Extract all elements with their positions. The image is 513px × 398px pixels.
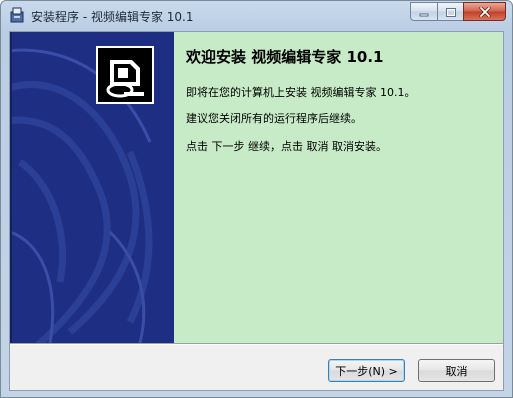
instructions-text: 点击 下一步 继续，点击 取消 取消安装。 [186,140,387,153]
minimize-icon [419,2,429,21]
maximize-button[interactable] [437,2,463,21]
close-icon [478,2,491,21]
wizard-side-panel [10,32,174,343]
caption-buttons [410,2,506,22]
next-button[interactable]: 下一步(N) > [328,359,405,382]
close-programs-text: 建议您关闭所有的运行程序后继续。 [186,112,362,125]
welcome-title: 欢迎安装 视频编辑专家 10.1 [186,48,384,66]
wizard-client-area: 欢迎安装 视频编辑专家 10.1 即将在您的计算机上安装 视频编辑专家 10.1… [9,31,504,391]
close-button[interactable] [463,2,506,21]
maximize-icon [445,2,456,21]
installer-window: 安装程序 - 视频编辑专家 10.1 欢迎安装 视频编辑专家 10.1 即将在您… [0,0,513,398]
minimize-button[interactable] [410,2,437,21]
title-bar[interactable]: 安装程序 - 视频编辑专家 10.1 [1,1,512,31]
install-info-text: 即将在您的计算机上安装 视频编辑专家 10.1。 [186,86,416,99]
install-computer-icon [96,46,154,104]
wizard-footer: 下一步(N) > 取消 [10,345,503,390]
cancel-button[interactable]: 取消 [418,359,495,382]
window-title: 安装程序 - 视频编辑专家 10.1 [31,10,194,24]
welcome-content: 欢迎安装 视频编辑专家 10.1 即将在您的计算机上安装 视频编辑专家 10.1… [174,32,503,343]
installer-icon[interactable] [9,7,25,23]
